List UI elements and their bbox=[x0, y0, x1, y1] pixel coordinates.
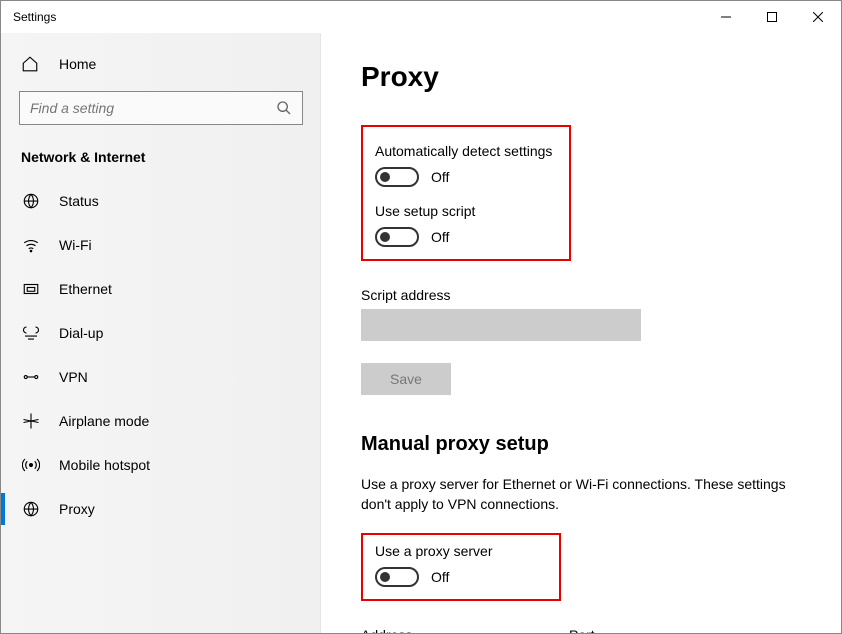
search-input[interactable] bbox=[19, 91, 303, 125]
close-button[interactable] bbox=[795, 1, 841, 33]
manual-proxy-desc: Use a proxy server for Ethernet or Wi-Fi… bbox=[361, 474, 791, 515]
auto-detect-state: Off bbox=[431, 169, 449, 185]
sidebar-item-status[interactable]: Status bbox=[1, 179, 321, 223]
sidebar-item-ethernet[interactable]: Ethernet bbox=[1, 267, 321, 311]
auto-detect-toggle[interactable] bbox=[375, 167, 419, 187]
use-proxy-state: Off bbox=[431, 569, 449, 585]
port-label: Port bbox=[569, 627, 659, 633]
highlight-auto-section: Automatically detect settings Off Use se… bbox=[361, 125, 571, 261]
sidebar-item-hotspot[interactable]: Mobile hotspot bbox=[1, 443, 321, 487]
page-title: Proxy bbox=[361, 61, 801, 93]
sidebar-item-vpn[interactable]: VPN bbox=[1, 355, 321, 399]
sidebar-category: Network & Internet bbox=[1, 143, 321, 179]
sidebar-home-label: Home bbox=[59, 56, 96, 72]
home-icon bbox=[21, 55, 41, 73]
sidebar-item-label: Airplane mode bbox=[59, 413, 149, 429]
setup-script-label: Use setup script bbox=[375, 203, 557, 219]
script-address-label: Script address bbox=[361, 287, 801, 303]
window-title: Settings bbox=[13, 10, 703, 24]
script-address-input[interactable] bbox=[361, 309, 641, 341]
sidebar-item-dialup[interactable]: Dial-up bbox=[1, 311, 321, 355]
use-proxy-label: Use a proxy server bbox=[375, 543, 547, 559]
hotspot-icon bbox=[21, 456, 41, 474]
airplane-icon bbox=[21, 412, 41, 430]
sidebar-item-proxy[interactable]: Proxy bbox=[1, 487, 321, 531]
sidebar-item-label: Status bbox=[59, 193, 99, 209]
sidebar-item-label: Dial-up bbox=[59, 325, 103, 341]
minimize-button[interactable] bbox=[703, 1, 749, 33]
vpn-icon bbox=[21, 368, 41, 386]
proxy-icon bbox=[21, 500, 41, 518]
ethernet-icon bbox=[21, 280, 41, 298]
manual-proxy-heading: Manual proxy setup bbox=[361, 433, 801, 456]
setup-script-toggle[interactable] bbox=[375, 227, 419, 247]
sidebar-item-label: Wi-Fi bbox=[59, 237, 92, 253]
sidebar-item-label: Proxy bbox=[59, 501, 95, 517]
status-icon bbox=[21, 192, 41, 210]
address-label: Address bbox=[361, 627, 545, 633]
sidebar-item-label: Mobile hotspot bbox=[59, 457, 150, 473]
save-button[interactable]: Save bbox=[361, 363, 451, 395]
search-icon bbox=[276, 100, 292, 116]
content-area: Proxy Automatically detect settings Off … bbox=[321, 33, 841, 633]
highlight-manual-section: Use a proxy server Off bbox=[361, 533, 561, 601]
setup-script-state: Off bbox=[431, 229, 449, 245]
sidebar-item-label: VPN bbox=[59, 369, 88, 385]
auto-detect-label: Automatically detect settings bbox=[375, 143, 557, 159]
sidebar: Home Network & Internet Status Wi-Fi Eth… bbox=[1, 33, 321, 633]
sidebar-item-airplane[interactable]: Airplane mode bbox=[1, 399, 321, 443]
sidebar-item-label: Ethernet bbox=[59, 281, 112, 297]
search-field[interactable] bbox=[30, 100, 276, 116]
wifi-icon bbox=[21, 236, 41, 254]
use-proxy-toggle[interactable] bbox=[375, 567, 419, 587]
sidebar-home[interactable]: Home bbox=[1, 45, 321, 83]
dialup-icon bbox=[21, 324, 41, 342]
sidebar-item-wifi[interactable]: Wi-Fi bbox=[1, 223, 321, 267]
maximize-button[interactable] bbox=[749, 1, 795, 33]
